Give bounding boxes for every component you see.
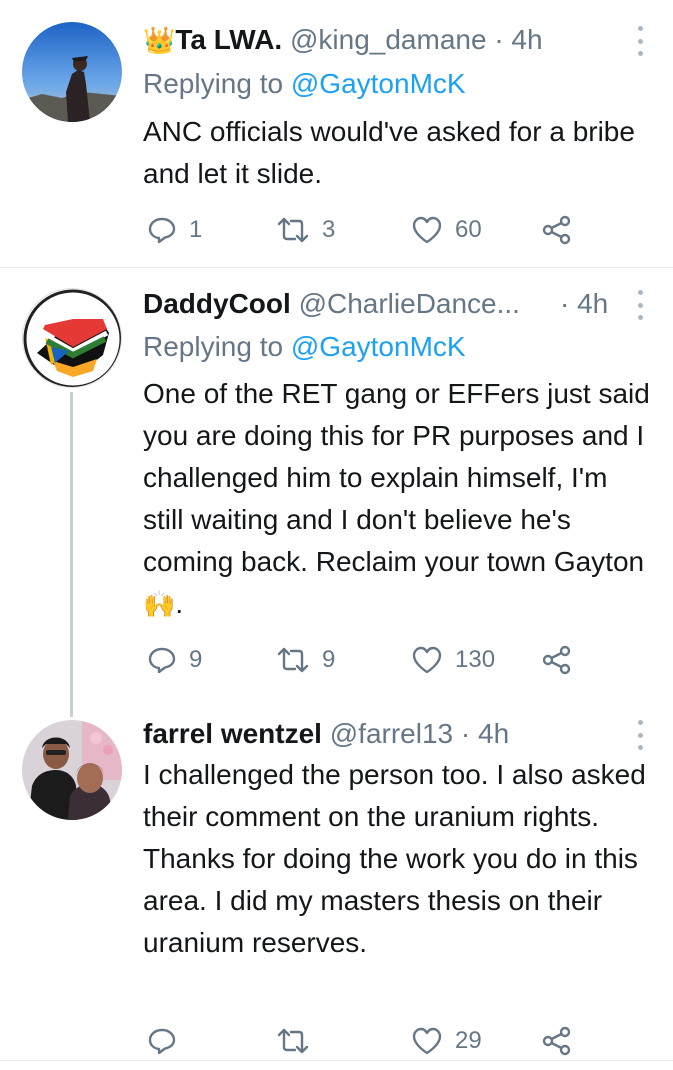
timestamp[interactable]: 4h <box>511 24 542 55</box>
user-handle[interactable]: @CharlieDance... <box>299 288 520 319</box>
like-button[interactable]: 130 <box>411 640 495 680</box>
mention-link[interactable]: @GaytonMcK <box>291 68 466 99</box>
avatar[interactable] <box>22 22 122 122</box>
action-bar: 29 <box>143 1021 643 1061</box>
reply-icon <box>148 647 176 674</box>
avatar[interactable] <box>22 720 122 820</box>
like-count: 60 <box>455 216 482 243</box>
tweet-text: One of the RET gang or EFFers just said … <box>143 373 653 625</box>
action-bar: 1 3 60 <box>143 210 643 250</box>
separator-dot: · <box>494 24 504 55</box>
more-options-icon[interactable] <box>637 26 643 56</box>
retweet-count: 9 <box>322 646 336 673</box>
separator-dot: · <box>560 288 570 319</box>
share-icon <box>542 645 571 675</box>
retweet-button[interactable]: 3 <box>276 210 335 250</box>
tweet-header: 👑Ta LWA. @king_damane · 4h <box>143 18 633 62</box>
more-options-icon[interactable] <box>637 720 643 750</box>
tweet-text-body: One of the RET gang or EFFers just said … <box>143 378 650 577</box>
display-name[interactable]: DaddyCool <box>143 288 291 319</box>
retweet-icon <box>277 1028 309 1054</box>
like-button[interactable]: 29 <box>411 1021 482 1061</box>
user-handle[interactable]: @farrel13 <box>330 718 453 749</box>
tweet-header: farrel wentzel @farrel13 · 4h <box>143 712 633 756</box>
tweet-3[interactable]: farrel wentzel @farrel13 · 4h I challeng… <box>0 698 673 1070</box>
like-button[interactable]: 60 <box>411 210 482 250</box>
heart-icon <box>412 1027 442 1055</box>
replying-to: Replying to @GaytonMcK <box>143 63 466 105</box>
reply-button[interactable] <box>147 1021 189 1061</box>
retweet-button[interactable]: 9 <box>276 640 335 680</box>
like-count: 29 <box>455 1027 482 1054</box>
tweet-text: ANC officials would've asked for a bribe… <box>143 116 635 189</box>
raising-hands-icon: 🙌 <box>143 589 176 619</box>
more-options-icon[interactable] <box>637 290 643 320</box>
reply-button[interactable]: 1 <box>147 210 202 250</box>
user-handle[interactable]: @king_damane <box>290 24 487 55</box>
timestamp[interactable]: 4h <box>577 288 608 319</box>
heart-icon <box>412 216 442 244</box>
retweet-icon <box>277 217 309 243</box>
share-icon <box>542 1026 571 1056</box>
like-count: 130 <box>455 646 496 673</box>
action-bar: 9 9 130 <box>143 640 643 680</box>
retweet-count: 3 <box>322 216 336 243</box>
share-button[interactable] <box>541 210 573 250</box>
divider <box>0 1060 673 1061</box>
tweet-text-end: . <box>175 588 184 619</box>
avatar[interactable] <box>22 288 122 388</box>
timestamp-block: · 4h <box>560 282 608 326</box>
share-button[interactable] <box>541 1021 573 1061</box>
tweet-1[interactable]: 👑Ta LWA. @king_damane · 4h Replying to @… <box>0 0 673 268</box>
tweet-2[interactable]: DaddyCool @CharlieDance... · 4h Replying… <box>0 268 673 698</box>
reply-count: 1 <box>189 216 203 243</box>
display-name[interactable]: Ta LWA. <box>175 24 282 55</box>
reply-icon <box>148 1028 176 1055</box>
replying-label: Replying to <box>143 331 284 362</box>
crown-icon: 👑 <box>143 25 176 55</box>
reply-button[interactable]: 9 <box>147 640 202 680</box>
mention-link[interactable]: @GaytonMcK <box>291 331 466 362</box>
retweet-button[interactable] <box>276 1021 322 1061</box>
retweet-icon <box>277 647 309 673</box>
display-name[interactable]: farrel wentzel <box>143 718 322 749</box>
reply-icon <box>148 217 176 244</box>
share-button[interactable] <box>541 640 573 680</box>
replying-to: Replying to @GaytonMcK <box>143 326 466 368</box>
tweet-text: I challenged the person too. I also aske… <box>143 759 646 958</box>
heart-icon <box>412 646 442 674</box>
reply-count: 9 <box>189 646 203 673</box>
timestamp[interactable]: 4h <box>478 718 509 749</box>
replying-label: Replying to <box>143 68 284 99</box>
separator-dot: · <box>460 718 471 749</box>
share-icon <box>542 215 571 245</box>
